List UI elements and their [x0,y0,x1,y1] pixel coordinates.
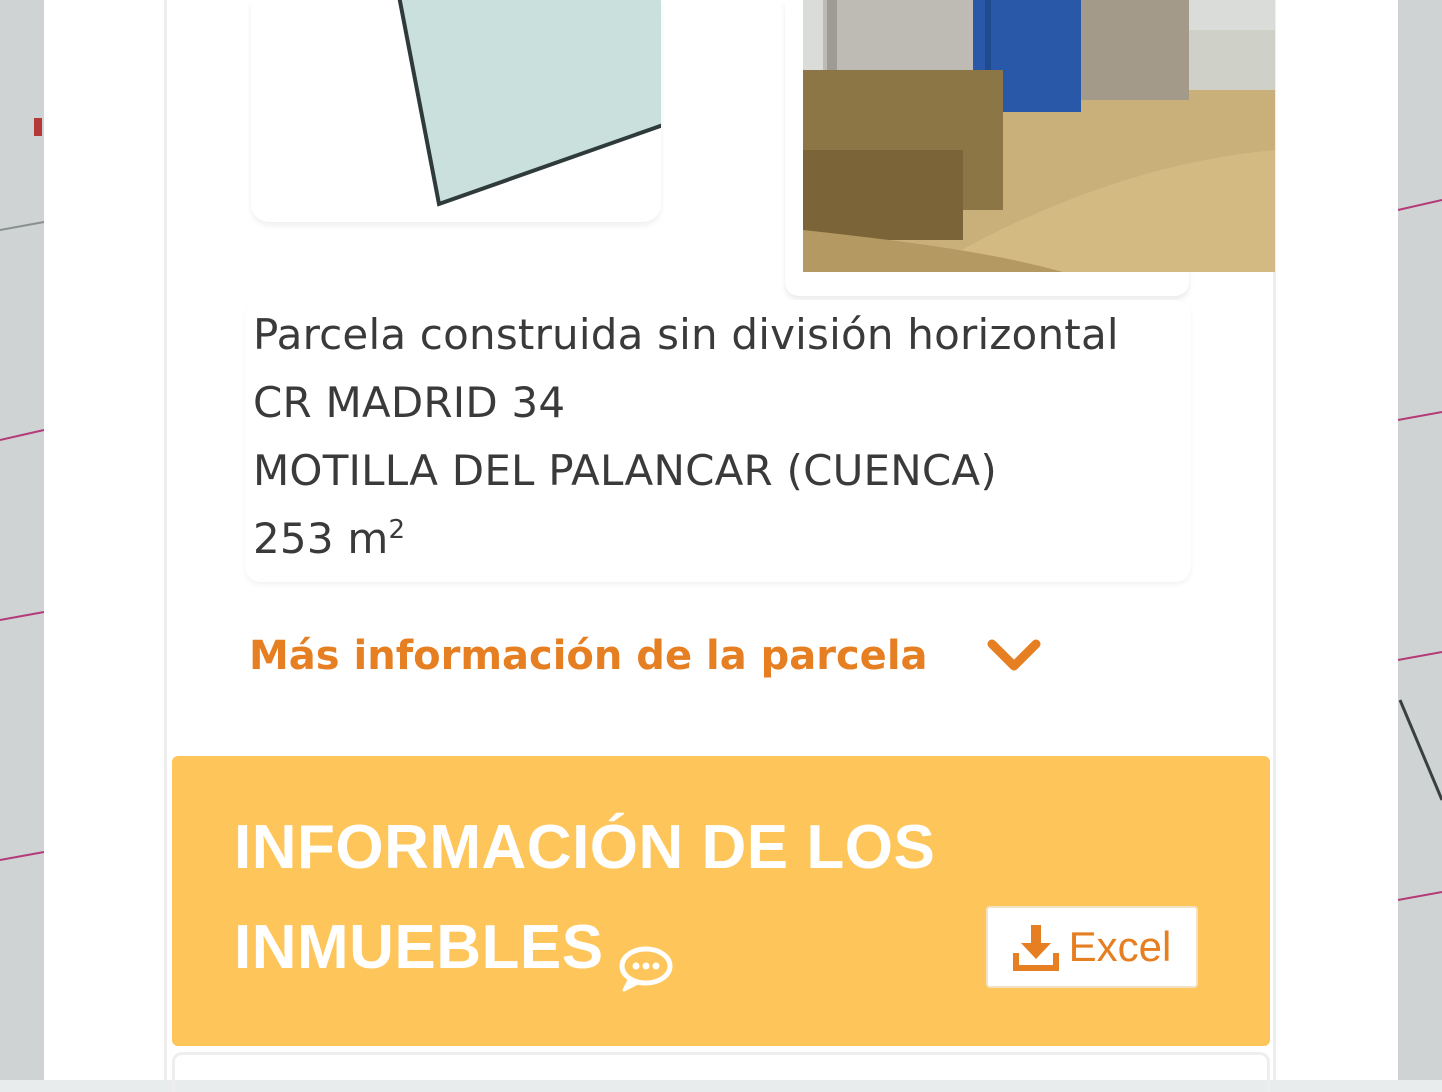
parcel-modal: Parcela construida sin división horizont… [44,0,1398,1092]
download-icon [1012,923,1059,971]
chevron-down-icon[interactable] [986,636,1042,676]
inmuebles-title-line2-row: INMUEBLES [234,898,994,998]
more-parcel-info-toggle[interactable]: Más información de la parcela [249,624,1042,688]
facade-photo-card[interactable] [785,0,1275,296]
more-parcel-info-label: Más información de la parcela [249,633,928,679]
inmuebles-section-header: INFORMACIÓN DE LOS INMUEBLES Excel [172,756,1270,1046]
inmuebles-title: INFORMACIÓN DE LOS INMUEBLES [234,798,994,998]
parcel-surface-value: 253 m [253,514,389,563]
export-excel-label: Excel [1068,923,1172,970]
parcel-municipality: MOTILLA DEL PALANCAR (CUENCA) [253,446,997,495]
inmuebles-title-line2: INMUEBLES [234,913,604,982]
parcel-address: CR MADRID 34 [253,378,566,427]
parcel-surface: 253 m2 [253,514,405,563]
parcel-surface-exponent: 2 [388,515,406,545]
parcel-sketch-card [251,0,661,222]
parcel-details-card: Parcela construida sin división horizont… [245,300,1191,582]
parcel-type: Parcela construida sin división horizont… [253,310,1119,359]
export-excel-button[interactable]: Excel [986,906,1198,988]
chat-bubble-icon[interactable] [618,922,674,992]
parcel-sketch-image [397,0,661,207]
facade-photo[interactable] [803,0,1275,272]
inmuebles-title-line1: INFORMACIÓN DE LOS [234,813,936,882]
inmueble-list-item [172,1052,1270,1092]
parcel-panel: Parcela construida sin división horizont… [164,0,1276,1092]
